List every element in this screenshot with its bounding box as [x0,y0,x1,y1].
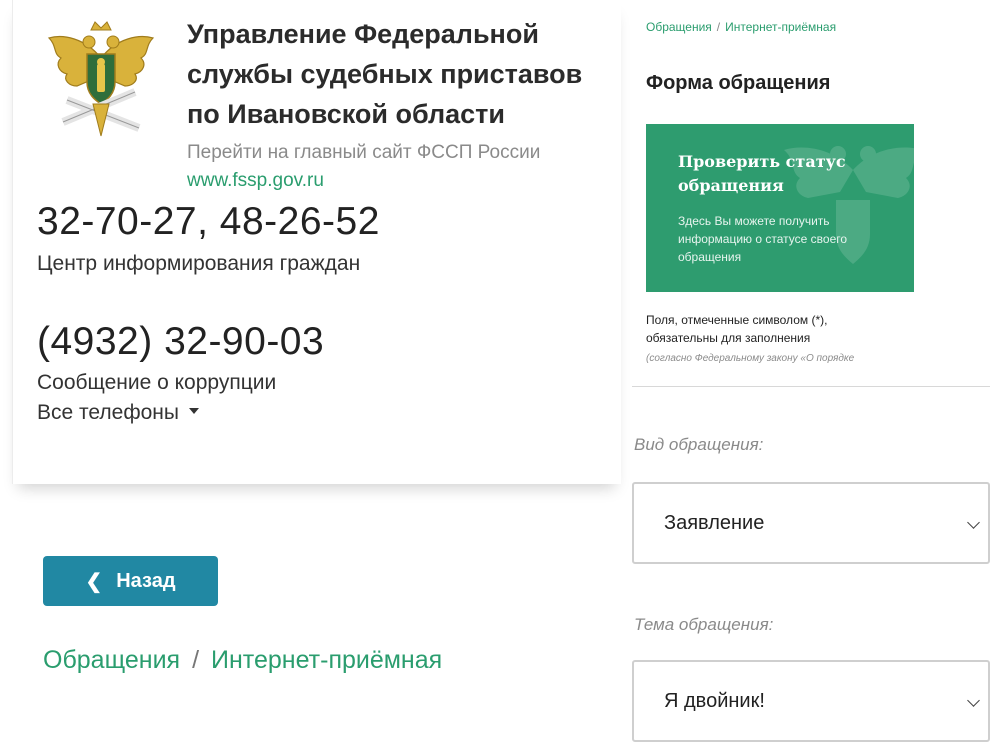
all-phones-label: Все телефоны [37,401,179,424]
caret-down-icon [188,408,199,415]
chevron-down-icon [967,694,980,707]
appeal-topic-select[interactable]: Я двойник! [632,660,990,742]
appeal-type-value: Заявление [664,512,765,534]
breadcrumb: Обращения / Интернет-приёмная [43,643,442,677]
appeal-type-select[interactable]: Заявление [632,482,990,564]
all-phones-dropdown[interactable]: Все телефоны [37,399,199,427]
organization-title: Управление Федеральной службы судебных п… [187,14,617,134]
required-fields-note: Поля, отмеченные символом (*), обязатель… [646,311,986,347]
breadcrumb-item-internet-reception[interactable]: Интернет-приёмная [211,646,442,674]
chevron-down-icon [967,516,980,529]
breadcrumb-separator: / [192,646,200,674]
law-reference-note: (согласно Федеральному закону «О порядке [646,353,855,364]
main-site-link-label[interactable]: Перейти на главный сайт ФССП России [187,140,540,166]
appeal-topic-label: Тема обращения: [634,615,774,634]
check-status-title: Проверить статус обращения [678,152,846,195]
org-title-line: службы судебных приставов [187,59,583,89]
required-note-line: Поля, отмеченные символом (*), [646,313,828,327]
phone-corruption[interactable]: (4932) 32-90-03 [37,316,324,368]
form-breadcrumb-separator: / [716,20,721,34]
main-site-url-link[interactable]: www.fssp.gov.ru [187,168,324,194]
org-title-line: по Ивановской области [187,99,505,129]
form-breadcrumb: Обращения / Интернет-приёмная [646,19,836,35]
back-button-label: Назад [116,569,176,592]
phone-corruption-caption: Сообщение о коррупции [37,371,277,394]
chevron-left-icon: ❮ [85,570,103,593]
check-status-card[interactable]: Проверить статус обращения Здесь Вы може… [646,124,914,292]
required-note-line: обязательны для заполнения [646,331,811,345]
form-breadcrumb-item-internet-reception[interactable]: Интернет-приёмная [725,20,836,34]
breadcrumb-item-appeals[interactable]: Обращения [43,646,180,674]
appeal-type-label: Вид обращения: [634,435,764,454]
form-title: Форма обращения [646,72,831,94]
org-title-line: Управление Федеральной [187,19,539,49]
form-panel: Обращения / Интернет-приёмная Форма обраще… [632,0,990,387]
phone-info-center[interactable]: 32-70-27, 48-26-52 [37,196,380,248]
check-status-description: Здесь Вы можете получить информацию о ст… [678,214,848,264]
fssp-emblem-icon[interactable] [45,18,157,142]
form-breadcrumb-item-appeals[interactable]: Обращения [646,20,712,34]
back-button[interactable]: ❮ Назад [43,556,218,606]
appeal-topic-value: Я двойник! [664,690,765,712]
header-card: Управление Федеральной службы судебных п… [12,0,621,484]
phone-info-center-caption: Центр информирования граждан [37,252,361,275]
